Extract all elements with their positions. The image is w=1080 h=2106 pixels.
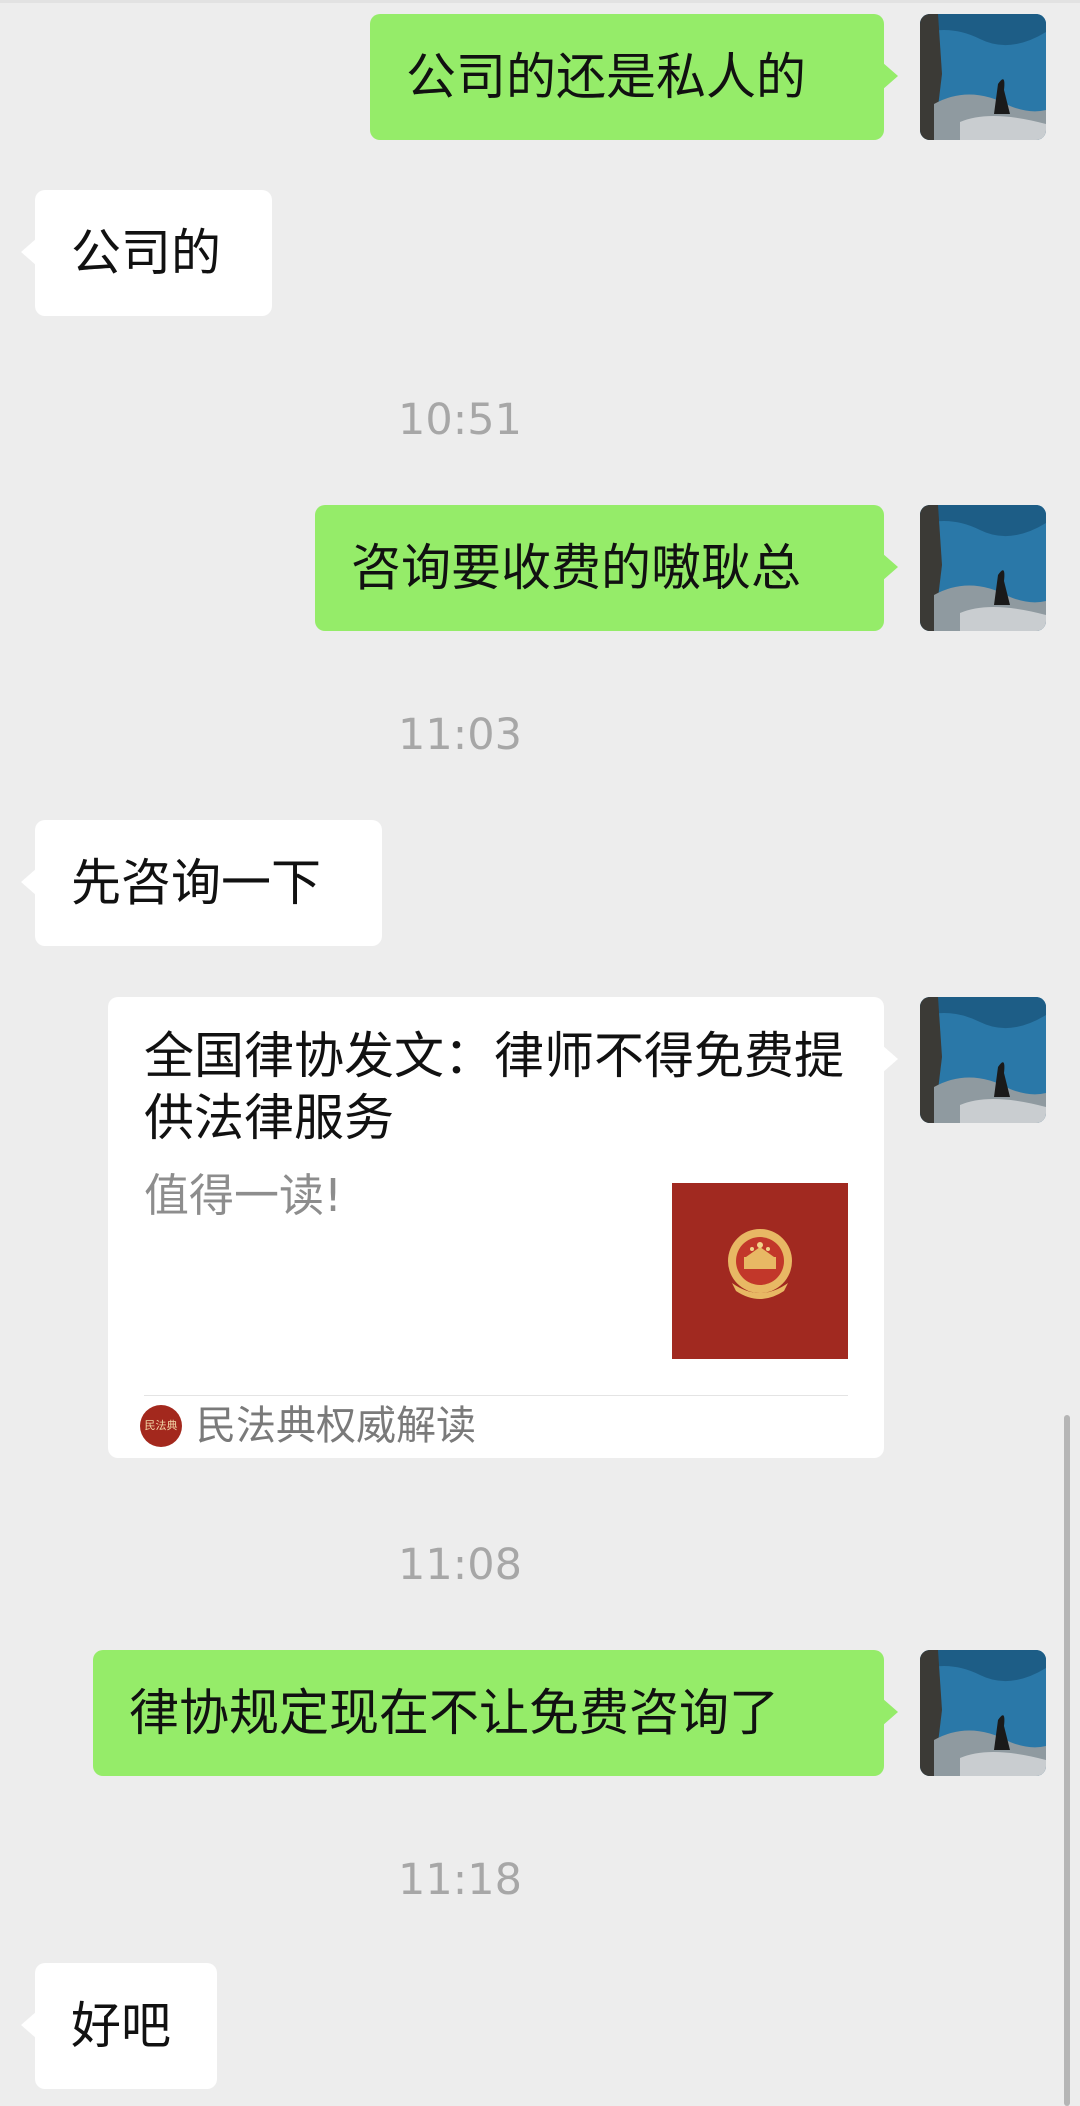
source-logo-icon: 民法典	[140, 1405, 182, 1447]
article-divider	[144, 1395, 848, 1396]
message-bubble-received[interactable]: 先咨询一下	[21, 820, 382, 946]
article-source: 民法典权威解读	[196, 1403, 476, 1449]
top-divider	[0, 0, 1080, 3]
message-text: 好吧	[71, 1997, 171, 2055]
avatar-photo-icon	[920, 997, 1046, 1123]
national-emblem-icon	[672, 1183, 848, 1359]
article-description: 值得一读!	[144, 1169, 343, 1222]
message-text: 咨询要收费的嗷耿总	[351, 539, 801, 597]
message-bubble-sent[interactable]: 律协规定现在不让免费咨询了	[93, 1650, 898, 1776]
user-avatar[interactable]	[920, 14, 1046, 140]
user-avatar[interactable]	[920, 505, 1046, 631]
article-title: 全国律协发文：律师不得免费提供法律服务	[144, 1027, 844, 1147]
timestamp: 10:51	[398, 395, 522, 445]
timestamp: 11:18	[398, 1855, 522, 1905]
chat-message-list[interactable]: 公司的还是私人的 公司的 10:51 咨询要收费的嗷耿总 11:03 先咨询一下…	[0, 0, 1080, 2106]
scrollbar[interactable]	[1064, 1415, 1070, 2106]
avatar-photo-icon	[920, 505, 1046, 631]
message-text: 公司的	[71, 224, 221, 282]
message-text: 先咨询一下	[71, 854, 321, 912]
user-avatar[interactable]	[920, 997, 1046, 1123]
message-bubble-received[interactable]: 好吧	[21, 1963, 217, 2089]
message-text: 公司的还是私人的	[406, 48, 806, 106]
avatar-photo-icon	[920, 1650, 1046, 1776]
article-thumbnail	[672, 1183, 848, 1359]
message-bubble-sent[interactable]: 咨询要收费的嗷耿总	[315, 505, 898, 631]
user-avatar[interactable]	[920, 1650, 1046, 1776]
message-bubble-received[interactable]: 公司的	[21, 190, 272, 316]
timestamp: 11:03	[398, 710, 522, 760]
message-bubble-sent[interactable]: 公司的还是私人的	[370, 14, 898, 140]
avatar-photo-icon	[920, 14, 1046, 140]
message-text: 律协规定现在不让免费咨询了	[129, 1684, 779, 1742]
article-card[interactable]: 全国律协发文：律师不得免费提供法律服务 值得一读! 民法典 民法典权威解读	[108, 997, 898, 1458]
timestamp: 11:08	[398, 1540, 522, 1590]
